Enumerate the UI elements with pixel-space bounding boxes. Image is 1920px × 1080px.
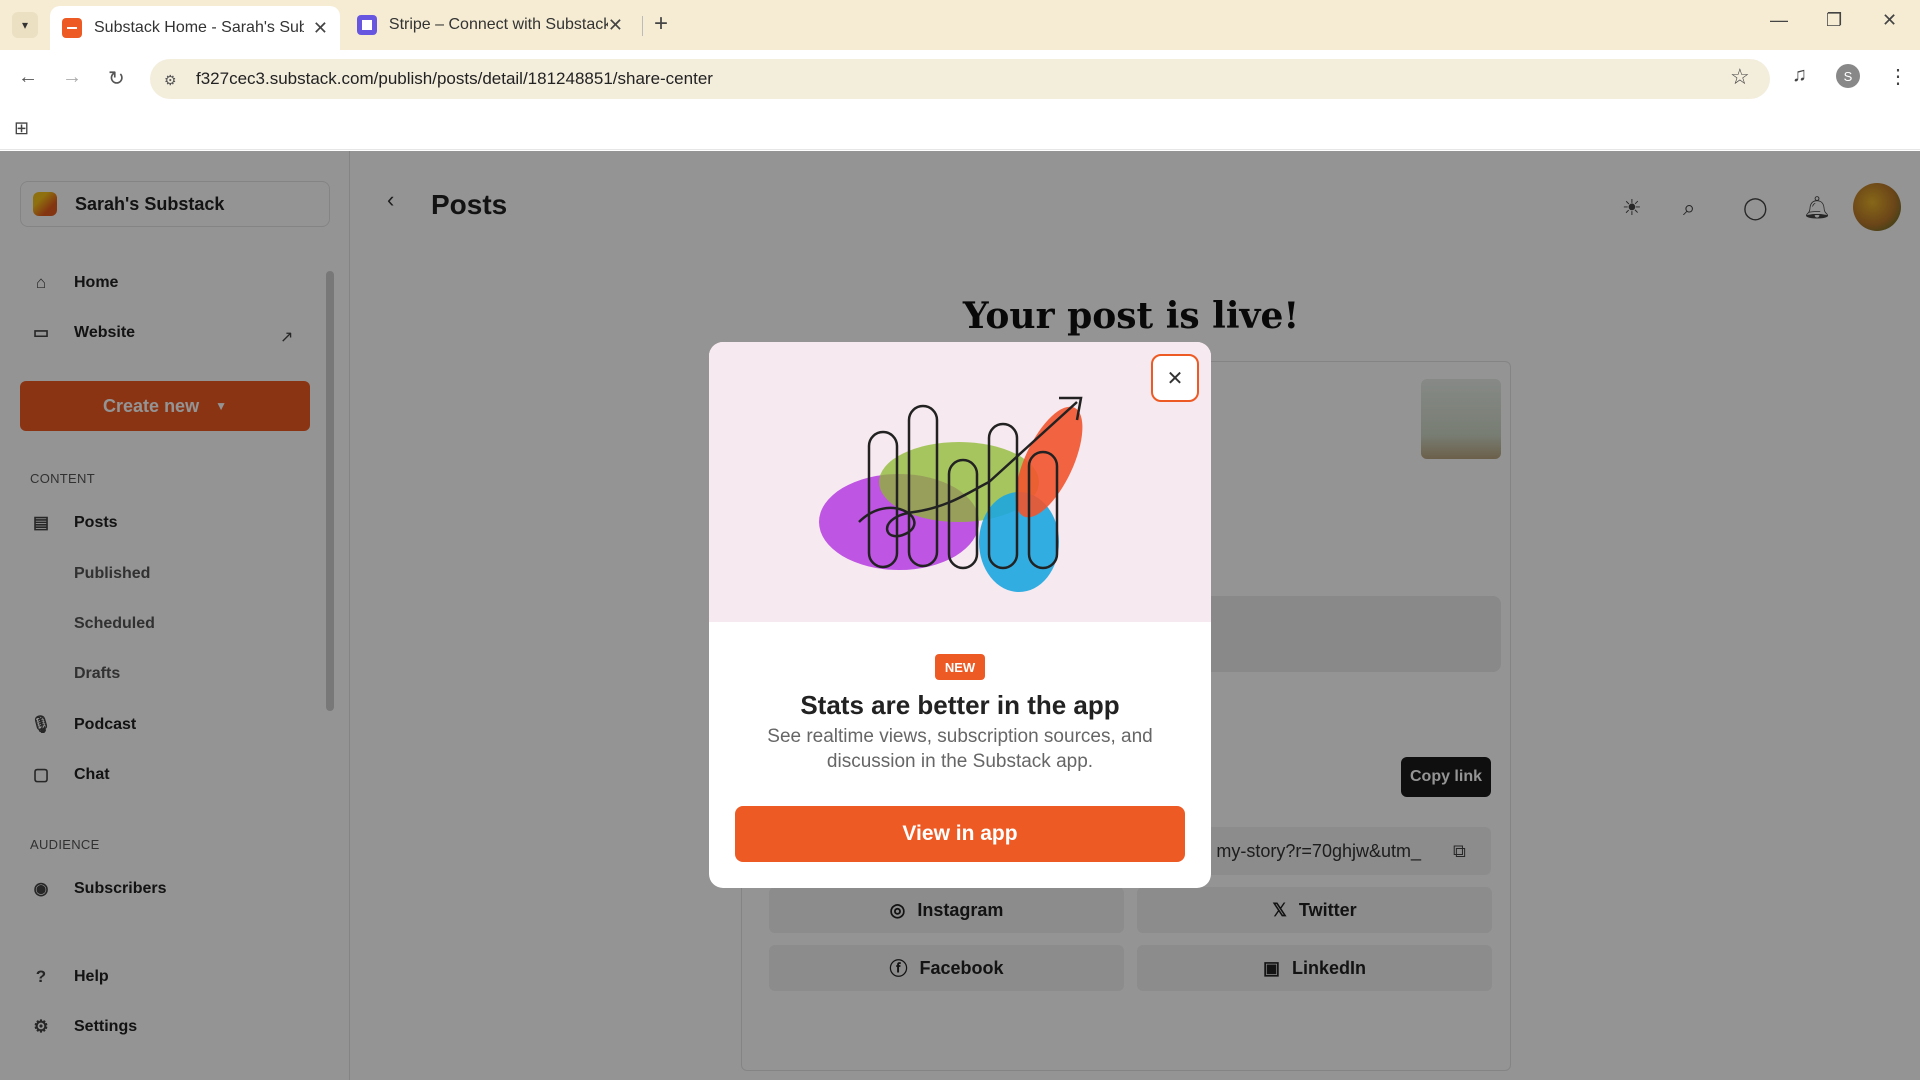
substack-favicon-icon (62, 18, 82, 38)
back-icon[interactable]: ← (18, 66, 38, 89)
new-badge: NEW (935, 654, 985, 680)
close-icon: ✕ (1166, 367, 1184, 390)
media-controls-icon[interactable]: ♫ (1792, 64, 1807, 87)
apps-grid-icon[interactable]: ⊞ (14, 118, 29, 139)
modal-title: Stats are better in the app (800, 690, 1120, 720)
close-modal-button[interactable]: ✕ (1151, 354, 1199, 402)
address-bar: ← → ↻ f327cec3.substack.com/publish/post… (0, 50, 1920, 108)
site-settings-icon[interactable]: ⚙ (164, 72, 177, 89)
restore-icon[interactable]: ❐ (1826, 10, 1842, 31)
menu-kebab-icon[interactable]: ⋮ (1888, 64, 1908, 89)
profile-initial: S (1843, 68, 1853, 84)
url-text: f327cec3.substack.com/publish/posts/deta… (196, 69, 713, 88)
url-input[interactable]: f327cec3.substack.com/publish/posts/deta… (150, 59, 1770, 99)
tab-title: Stripe – Connect with Substack (388, 16, 608, 33)
view-in-app-button[interactable]: View in app (735, 806, 1185, 862)
stripe-favicon-icon (357, 15, 377, 35)
stats-app-modal: ✕ NEW Stats are better in the app See re… (709, 342, 1211, 888)
browser-tab-bar: ▾ Substack Home - Sarah's Subst ✕ Stripe… (0, 0, 1920, 50)
close-tab-icon[interactable]: ✕ (313, 18, 328, 39)
new-tab-icon[interactable]: + (654, 10, 668, 38)
profile-avatar-icon[interactable]: S (1836, 64, 1860, 88)
modal-description: See realtime views, subscription sources… (767, 726, 1153, 772)
tab-stripe[interactable]: Stripe – Connect with Substack ✕ (345, 6, 635, 44)
tab-search-icon[interactable]: ▾ (12, 12, 38, 38)
forward-icon[interactable]: → (62, 66, 82, 89)
bar-chart-illustration-icon (819, 396, 1083, 592)
minimize-icon[interactable]: — (1770, 10, 1788, 31)
bookmark-star-icon[interactable]: ☆ (1730, 64, 1750, 90)
close-window-icon[interactable]: ✕ (1882, 10, 1897, 31)
tab-substack[interactable]: Substack Home - Sarah's Subst ✕ (50, 6, 340, 50)
bookmarks-bar: ⊞ (0, 108, 1920, 150)
reload-icon[interactable]: ↻ (108, 66, 125, 91)
tab-title: Substack Home - Sarah's Subst (94, 19, 304, 36)
close-tab-icon[interactable]: ✕ (608, 15, 623, 36)
tab-separator (642, 16, 643, 36)
stats-illustration (709, 342, 1211, 622)
